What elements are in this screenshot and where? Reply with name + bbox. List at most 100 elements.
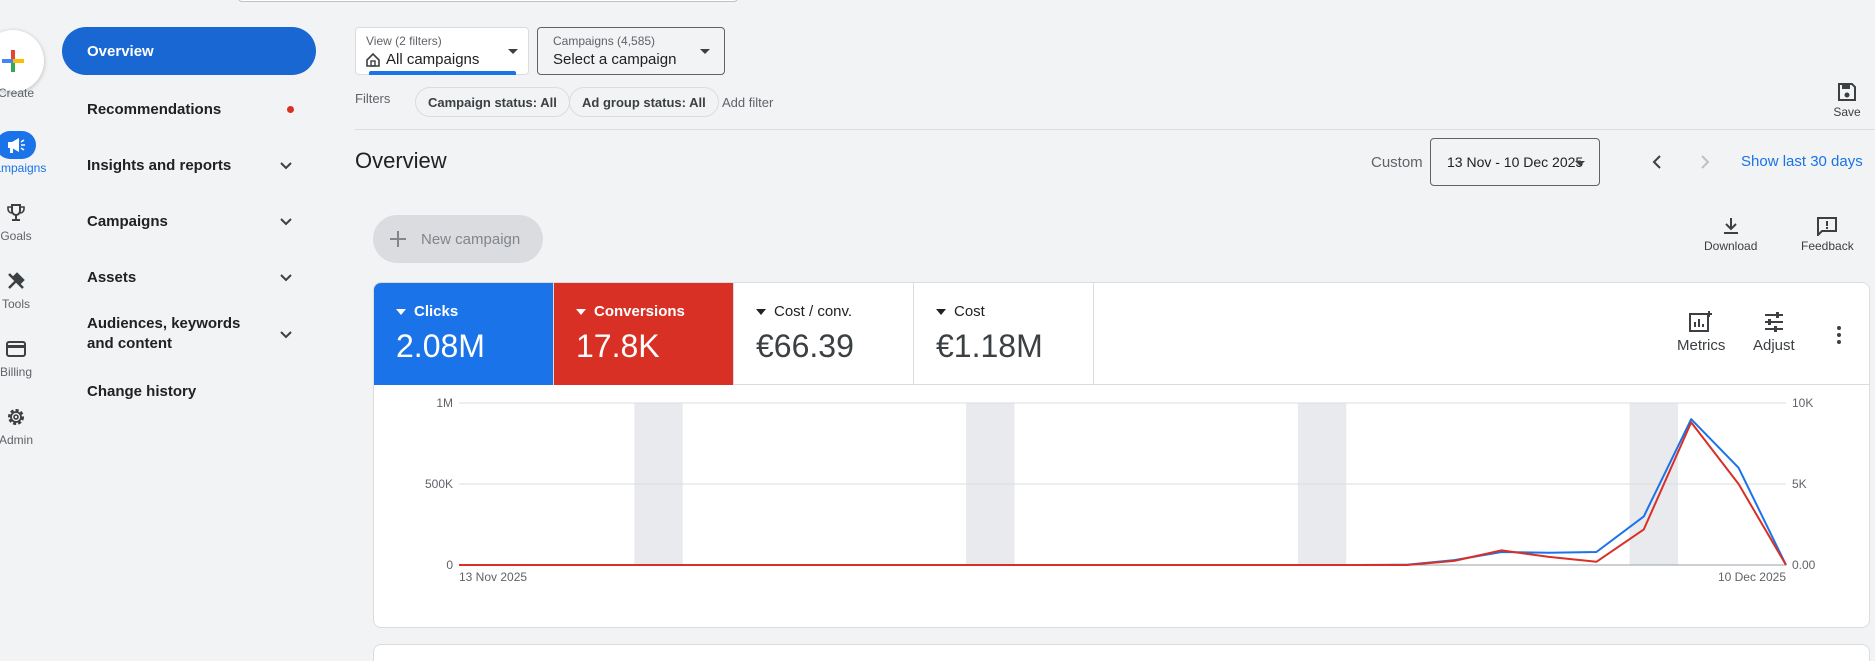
credit-card-icon bbox=[0, 335, 36, 363]
previous-period-button[interactable] bbox=[1645, 150, 1669, 174]
metrics-label: Metrics bbox=[1677, 337, 1726, 354]
rail-item-label: Campaigns bbox=[0, 161, 47, 175]
nav-item-audiences[interactable]: Audiences, keywords and content bbox=[62, 305, 316, 363]
y-right-tick-label: 0.00 bbox=[1792, 558, 1816, 572]
page-title: Overview bbox=[355, 148, 447, 173]
nav-item-change-history[interactable]: Change history bbox=[62, 363, 316, 419]
dropdown-caret-icon bbox=[1575, 161, 1585, 166]
new-campaign-button[interactable]: New campaign bbox=[373, 215, 543, 263]
adjust-label: Adjust bbox=[1753, 337, 1795, 354]
dropdown-caret-icon bbox=[396, 308, 406, 315]
divider bbox=[355, 129, 1875, 130]
metric-value: €1.18M bbox=[936, 328, 1043, 364]
side-nav: Overview Recommendations Insights and re… bbox=[62, 27, 316, 419]
dropdown-caret-icon bbox=[936, 308, 946, 315]
filter-chip-campaign-status[interactable]: Campaign status: All bbox=[415, 87, 570, 117]
metric-label: Clicks bbox=[414, 303, 459, 320]
view-selected: All campaigns bbox=[386, 51, 480, 68]
left-rail: Create Campaigns Goals Tools Billing Adm… bbox=[0, 0, 58, 661]
view-filters-count: View (2 filters) bbox=[366, 34, 442, 48]
active-indicator bbox=[369, 71, 516, 75]
save-label: Save bbox=[1833, 105, 1861, 119]
download-button[interactable]: Download bbox=[1704, 216, 1757, 253]
add-filter-button[interactable]: Add filter bbox=[722, 95, 773, 110]
feedback-label: Feedback bbox=[1801, 239, 1854, 253]
download-icon bbox=[1723, 218, 1738, 234]
next-period-button[interactable] bbox=[1693, 150, 1717, 174]
rail-item-label: Tools bbox=[1, 297, 30, 311]
secondary-card bbox=[373, 644, 1870, 661]
show-last-30-days-link[interactable]: Show last 30 days bbox=[1741, 153, 1863, 170]
y-left-tick-label: 0 bbox=[446, 558, 453, 572]
nav-item-recommendations[interactable]: Recommendations bbox=[62, 81, 316, 137]
campaign-selector[interactable]: Campaigns (4,585) Select a campaign bbox=[537, 27, 725, 75]
plus-icon bbox=[390, 231, 406, 247]
trophy-icon bbox=[0, 199, 36, 227]
rail-item-admin[interactable]: Admin bbox=[0, 403, 52, 447]
nav-item-campaigns[interactable]: Campaigns bbox=[62, 193, 316, 249]
chevron-right-icon bbox=[1701, 155, 1710, 169]
nav-item-overview[interactable]: Overview bbox=[62, 27, 316, 75]
date-range-value: 13 Nov - 10 Dec 2025 bbox=[1447, 154, 1584, 170]
create-button[interactable] bbox=[0, 30, 44, 92]
metric-tile-clicks[interactable]: Clicks 2.08M bbox=[374, 283, 554, 385]
feedback-button[interactable]: Feedback bbox=[1801, 216, 1854, 253]
dropdown-caret-icon bbox=[700, 49, 710, 54]
rail-item-campaigns[interactable]: Campaigns bbox=[0, 131, 52, 175]
rail-item-tools[interactable]: Tools bbox=[0, 267, 52, 311]
nav-item-label: Audiences, keywords and content bbox=[87, 315, 241, 352]
y-left-tick-label: 500K bbox=[425, 477, 453, 491]
rail-item-label: Admin bbox=[0, 433, 33, 447]
performance-card: Clicks 2.08M Conversions 17.8K Cost / co… bbox=[373, 282, 1870, 628]
home-icon bbox=[366, 52, 380, 67]
feedback-icon bbox=[1817, 217, 1838, 238]
save-button[interactable]: Save bbox=[1823, 82, 1871, 119]
date-range-picker[interactable]: 13 Nov - 10 Dec 2025 bbox=[1430, 138, 1600, 186]
metric-value: €66.39 bbox=[756, 328, 854, 364]
y-right-tick-label: 10K bbox=[1792, 396, 1813, 410]
metric-tile-cost-per-conv[interactable]: Cost / conv. €66.39 bbox=[734, 283, 914, 385]
chevron-down-icon bbox=[280, 162, 292, 170]
gear-icon bbox=[0, 403, 36, 431]
chevron-left-icon bbox=[1652, 155, 1661, 169]
metric-tile-conversions[interactable]: Conversions 17.8K bbox=[554, 283, 734, 385]
metrics-button[interactable]: Metrics bbox=[1677, 311, 1725, 354]
download-label: Download bbox=[1704, 239, 1758, 253]
nav-item-label: Assets bbox=[87, 268, 137, 286]
date-range-type: Custom bbox=[1371, 154, 1423, 171]
nav-item-label: Overview bbox=[87, 42, 154, 60]
metric-label: Conversions bbox=[594, 303, 685, 320]
chevron-down-icon bbox=[280, 218, 292, 226]
metric-tiles: Clicks 2.08M Conversions 17.8K Cost / co… bbox=[374, 283, 1869, 385]
nav-item-label: Campaigns bbox=[87, 212, 168, 230]
y-left-tick-label: 1M bbox=[436, 396, 453, 410]
nav-item-insights[interactable]: Insights and reports bbox=[62, 137, 316, 193]
metric-label: Cost / conv. bbox=[774, 303, 853, 320]
metric-value: 2.08M bbox=[396, 328, 485, 364]
new-campaign-label: New campaign bbox=[421, 230, 521, 248]
rail-item-label: Billing bbox=[0, 365, 32, 379]
chart-add-icon bbox=[1689, 311, 1713, 332]
campaigns-count: Campaigns (4,585) bbox=[553, 34, 656, 48]
nav-item-label: Recommendations bbox=[87, 100, 222, 118]
chevron-down-icon bbox=[280, 274, 292, 282]
view-selector[interactable]: View (2 filters) All campaigns bbox=[355, 27, 529, 75]
rail-item-goals[interactable]: Goals bbox=[0, 199, 52, 243]
chevron-down-icon bbox=[280, 331, 292, 339]
more-options-icon[interactable] bbox=[1827, 323, 1851, 347]
sliders-icon bbox=[1764, 312, 1783, 332]
rail-item-billing[interactable]: Billing bbox=[0, 335, 52, 379]
metric-value: 17.8K bbox=[576, 328, 660, 364]
adjust-button[interactable]: Adjust bbox=[1753, 311, 1795, 354]
search-bar[interactable] bbox=[238, 0, 738, 2]
metric-tile-cost[interactable]: Cost €1.18M bbox=[914, 283, 1094, 385]
tools-icon bbox=[0, 267, 36, 295]
dropdown-caret-icon bbox=[576, 308, 586, 315]
rail-item-label: Goals bbox=[0, 229, 32, 243]
nav-item-label: Change history bbox=[87, 382, 197, 400]
dropdown-caret-icon bbox=[756, 308, 766, 315]
nav-item-assets[interactable]: Assets bbox=[62, 249, 316, 305]
dropdown-caret-icon bbox=[508, 49, 518, 54]
y-right-tick-label: 5K bbox=[1792, 477, 1807, 491]
filter-chip-ad-group-status[interactable]: Ad group status: All bbox=[569, 87, 719, 117]
